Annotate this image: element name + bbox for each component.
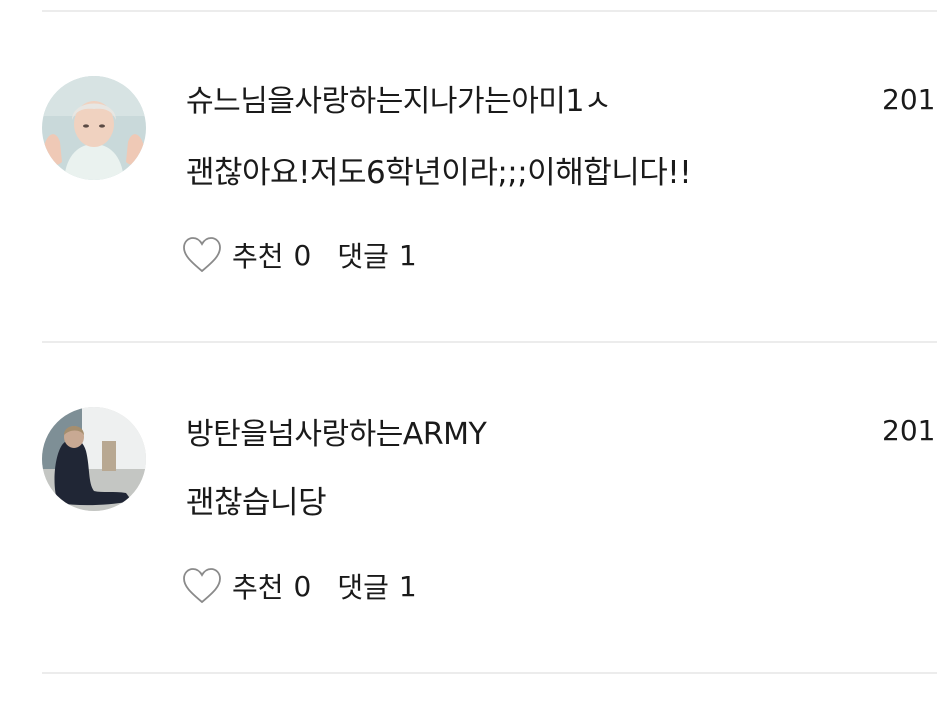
comment-text: 괜찮아요!저도6학년이라;;;이해합니다!! xyxy=(186,155,692,191)
like-button[interactable]: 추천 0 xyxy=(182,566,311,606)
like-count: 0 xyxy=(293,569,312,603)
like-button[interactable]: 추천 0 xyxy=(182,235,311,275)
comment-actions: 추천 0 댓글 1 xyxy=(182,233,417,277)
heart-icon xyxy=(183,237,221,273)
reply-button[interactable]: 댓글 1 xyxy=(337,235,416,275)
reply-label: 댓글 xyxy=(337,571,389,604)
avatar-image xyxy=(42,76,146,180)
reply-label: 댓글 xyxy=(337,240,389,273)
comment-date: 2018 xyxy=(882,83,937,116)
avatar-image xyxy=(42,407,146,511)
avatar[interactable] xyxy=(42,407,146,511)
comment-actions: 추천 0 댓글 1 xyxy=(182,564,417,608)
heart-icon xyxy=(183,568,221,604)
avatar[interactable] xyxy=(42,76,146,180)
bottom-divider xyxy=(42,672,937,674)
comment-item: 슈느님을사랑하는지나가는아미1ㅅ 2018 괜찮아요!저도6학년이라;;;이해합… xyxy=(0,12,937,342)
like-count: 0 xyxy=(293,238,312,272)
reply-count: 1 xyxy=(398,569,417,603)
like-label: 추천 xyxy=(232,240,284,273)
comment-item: 방탄을넘사랑하는ARMY 2018 괜찮습니당 추천 0 댓글 1 xyxy=(0,343,937,673)
comment-author[interactable]: 슈느님을사랑하는지나가는아미1ㅅ xyxy=(186,82,612,122)
comment-text: 괜찮습니당 xyxy=(186,485,327,521)
comment-date: 2018 xyxy=(882,414,937,447)
like-label: 추천 xyxy=(232,571,284,604)
reply-count: 1 xyxy=(398,238,417,272)
comment-author[interactable]: 방탄을넘사랑하는ARMY xyxy=(186,415,487,455)
reply-button[interactable]: 댓글 1 xyxy=(337,566,416,606)
